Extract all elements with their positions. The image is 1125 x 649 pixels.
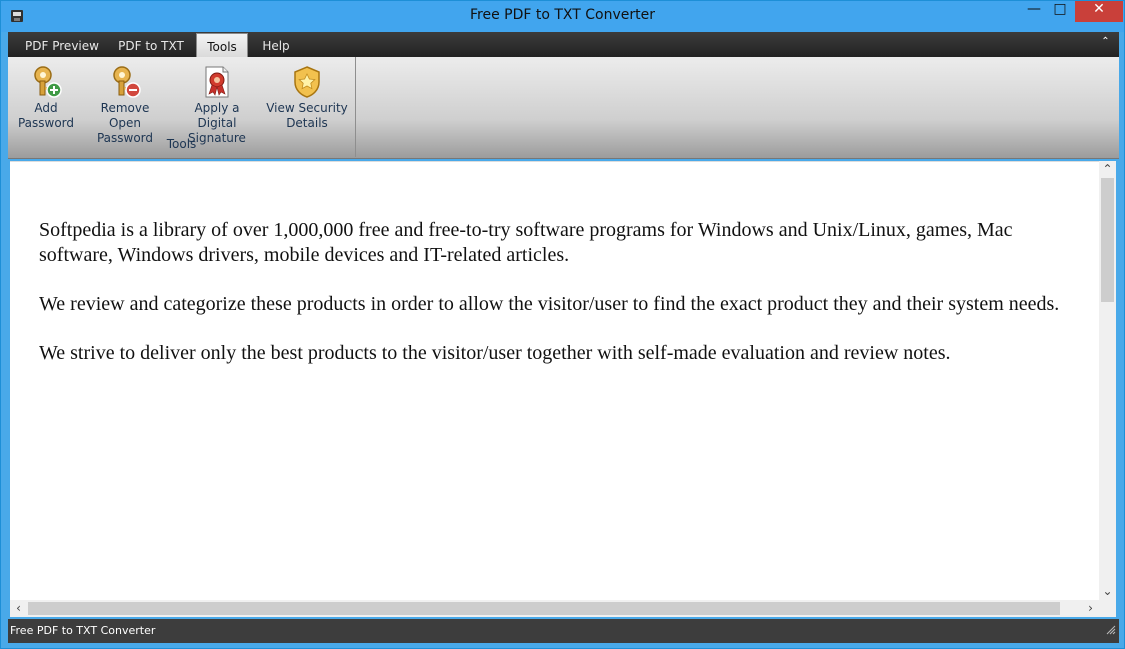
remove-open-password-label-1: Remove Open xyxy=(100,101,150,130)
title-bar[interactable]: Free PDF to TXT Converter — □ ✕ xyxy=(1,1,1124,32)
paragraph: We review and categorize these products … xyxy=(39,293,1060,315)
resize-grip-icon[interactable] xyxy=(1106,625,1116,635)
apply-digital-signature-label-1: Apply a Digital xyxy=(194,101,240,130)
add-password-label-2: Password xyxy=(17,116,75,130)
minimize-button[interactable]: — xyxy=(1022,1,1046,22)
view-security-details-button[interactable]: View Security Details xyxy=(266,65,348,139)
horizontal-scroll-thumb[interactable] xyxy=(28,602,1060,615)
ribbon-tabs: PDF Preview PDF to TXT Tools Help xyxy=(8,32,1119,58)
tools-group: Add Password Remove Open Password Apply … xyxy=(8,57,356,157)
security-badge-icon xyxy=(294,66,320,98)
key-add-icon xyxy=(34,66,62,98)
scroll-down-icon[interactable]: ⌄ xyxy=(1099,583,1116,600)
collapse-ribbon-icon[interactable]: ⌃ xyxy=(1099,36,1112,50)
view-security-details-label-1: View Security xyxy=(266,101,348,115)
paragraph: We strive to deliver only the best produ… xyxy=(39,342,951,364)
ribbon-panel: Add Password Remove Open Password Apply … xyxy=(8,57,1119,159)
scroll-up-icon[interactable]: ⌃ xyxy=(1099,161,1116,178)
ribbon-group-label: Tools xyxy=(166,137,197,151)
vertical-scroll-thumb[interactable] xyxy=(1101,178,1114,302)
paragraph: Softpedia is a library of over 1,000,000… xyxy=(39,219,1013,266)
status-text: Free PDF to TXT Converter xyxy=(10,624,156,637)
apply-digital-signature-button[interactable]: Apply a Digital Signature xyxy=(176,65,258,145)
scroll-left-icon[interactable]: ‹ xyxy=(10,600,27,617)
add-password-button[interactable]: Add Password xyxy=(17,65,75,139)
scrollbar-corner xyxy=(1099,600,1116,617)
app-window: Free PDF to TXT Converter — □ ✕ PDF Prev… xyxy=(0,0,1125,649)
scroll-right-icon[interactable]: › xyxy=(1082,600,1099,617)
horizontal-scrollbar[interactable]: ‹ › xyxy=(10,600,1099,617)
close-button[interactable]: ✕ xyxy=(1075,1,1123,22)
tab-pdf-preview[interactable]: PDF Preview xyxy=(22,38,102,57)
certificate-icon xyxy=(205,66,229,98)
key-remove-icon xyxy=(113,66,141,98)
remove-open-password-button[interactable]: Remove Open Password xyxy=(85,65,165,145)
tab-help[interactable]: Help xyxy=(258,38,294,57)
tab-tools[interactable]: Tools xyxy=(196,33,248,58)
add-password-label-1: Add xyxy=(34,101,58,115)
window-title: Free PDF to TXT Converter xyxy=(469,7,655,23)
text-output-area[interactable]: Softpedia is a library of over 1,000,000… xyxy=(10,161,1099,602)
tab-pdf-to-txt[interactable]: PDF to TXT xyxy=(114,38,188,57)
vertical-scrollbar[interactable]: ⌃ ⌄ xyxy=(1099,161,1116,600)
status-bar: Free PDF to TXT Converter xyxy=(8,619,1119,643)
document-text: Softpedia is a library of over 1,000,000… xyxy=(39,218,1084,390)
view-security-details-label-2: Details xyxy=(286,116,328,130)
maximize-button[interactable]: □ xyxy=(1047,1,1073,22)
